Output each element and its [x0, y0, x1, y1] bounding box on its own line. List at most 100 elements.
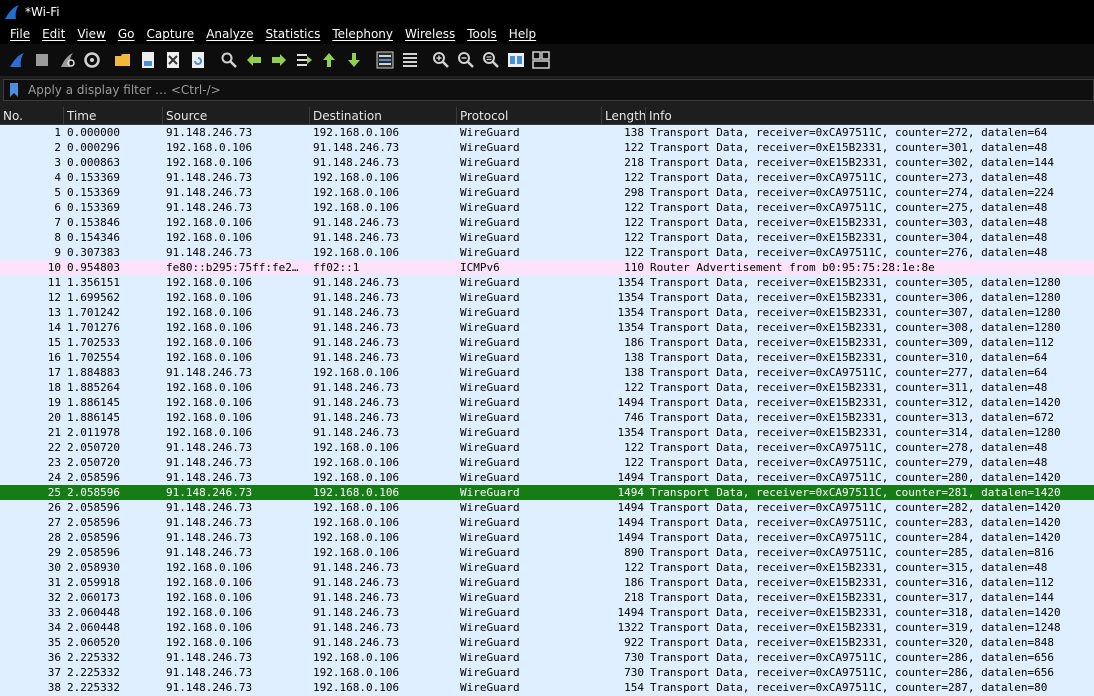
menu-capture[interactable]: Capture: [140, 24, 200, 44]
go-forward-button[interactable]: [268, 49, 290, 71]
save-file-button[interactable]: [137, 49, 159, 71]
packet-row[interactable]: 36 2.225332 91.148.246.73 192.168.0.106 Wire…: [0, 650, 1094, 665]
packet-row[interactable]: 15 1.702533 192.168.0.106 91.148.246.73 Wire…: [0, 335, 1094, 350]
start-capture-button[interactable]: [6, 49, 28, 71]
packet-row[interactable]: 16 1.702554 192.168.0.106 91.148.246.73 Wire…: [0, 350, 1094, 365]
packet-row[interactable]: 8 0.154346 192.168.0.106 91.148.246.73 WireG…: [0, 230, 1094, 245]
cell-info: Transport Data, receiver=0xCA97511C, cou…: [650, 456, 1048, 469]
menu-view[interactable]: View: [71, 24, 111, 44]
go-to-packet-button[interactable]: [293, 49, 315, 71]
column-time-header[interactable]: Time: [64, 107, 163, 124]
column-length-header[interactable]: Length: [602, 107, 646, 124]
close-file-button[interactable]: [162, 49, 184, 71]
packet-row[interactable]: 11 1.356151 192.168.0.106 91.148.246.73 Wire…: [0, 275, 1094, 290]
packet-row[interactable]: 4 0.153369 91.148.246.73 192.168.0.106 WireG…: [0, 170, 1094, 185]
menu-telephony[interactable]: Telephony: [326, 24, 399, 44]
packet-row[interactable]: 2 0.000296 192.168.0.106 91.148.246.73 WireG…: [0, 140, 1094, 155]
cell-time: 1.885264: [67, 381, 120, 394]
cell-source: 192.168.0.106: [166, 141, 253, 154]
cell-destination: 91.148.246.73: [313, 381, 400, 394]
menu-edit[interactable]: Edit: [36, 24, 71, 44]
packet-row[interactable]: 18 1.885264 192.168.0.106 91.148.246.73 Wire…: [0, 380, 1094, 395]
packet-row[interactable]: 5 0.153369 91.148.246.73 192.168.0.106 WireG…: [0, 185, 1094, 200]
column-no-header[interactable]: No.: [0, 107, 64, 124]
cell-source: 91.148.246.73: [166, 471, 253, 484]
packet-row[interactable]: 30 2.058930 192.168.0.106 91.148.246.73 Wire…: [0, 560, 1094, 575]
zoom-in-button[interactable]: [430, 49, 452, 71]
packet-row[interactable]: 38 2.225332 91.148.246.73 192.168.0.106 Wire…: [0, 680, 1094, 695]
open-file-button[interactable]: [112, 49, 134, 71]
find-packet-button[interactable]: [218, 49, 240, 71]
cell-length: 122: [624, 231, 644, 244]
column-protocol-header[interactable]: Protocol: [457, 107, 602, 124]
packet-row[interactable]: 17 1.884883 91.148.246.73 192.168.0.106 Wire…: [0, 365, 1094, 380]
resize-columns-button[interactable]: [505, 49, 527, 71]
menu-statistics[interactable]: Statistics: [259, 24, 326, 44]
packet-row[interactable]: 13 1.701242 192.168.0.106 91.148.246.73 Wire…: [0, 305, 1094, 320]
cell-protocol: WireGuard: [460, 366, 520, 379]
packet-row[interactable]: 23 2.050720 91.148.246.73 192.168.0.106 Wire…: [0, 455, 1094, 470]
packet-row[interactable]: 21 2.011978 192.168.0.106 91.148.246.73 Wire…: [0, 425, 1094, 440]
packet-row[interactable]: 12 1.699562 192.168.0.106 91.148.246.73 Wire…: [0, 290, 1094, 305]
packet-row[interactable]: 35 2.060520 192.168.0.106 91.148.246.73 Wire…: [0, 635, 1094, 650]
zoom-out-button[interactable]: [455, 49, 477, 71]
packet-row[interactable]: 10 0.954803 fe80::b295:75ff:fe2… ff02::1 ICM…: [0, 260, 1094, 275]
auto-scroll-button[interactable]: [374, 49, 396, 71]
packet-row[interactable]: 33 2.060448 192.168.0.106 91.148.246.73 Wire…: [0, 605, 1094, 620]
layout-button[interactable]: [530, 49, 552, 71]
stop-capture-button[interactable]: [31, 49, 53, 71]
colorize-button[interactable]: [399, 49, 421, 71]
cell-destination: 91.148.246.73: [313, 141, 400, 154]
packet-row[interactable]: 19 1.886145 192.168.0.106 91.148.246.73 Wire…: [0, 395, 1094, 410]
menu-help[interactable]: Help: [503, 24, 542, 44]
packet-row[interactable]: 14 1.701276 192.168.0.106 91.148.246.73 Wire…: [0, 320, 1094, 335]
menu-go[interactable]: Go: [112, 24, 141, 44]
packet-row[interactable]: 9 0.307383 91.148.246.73 192.168.0.106 WireG…: [0, 245, 1094, 260]
packet-row[interactable]: 1 0.000000 91.148.246.73 192.168.0.106 WireG…: [0, 125, 1094, 140]
packet-row[interactable]: 29 2.058596 91.148.246.73 192.168.0.106 Wire…: [0, 545, 1094, 560]
cell-length: 1354: [617, 321, 645, 334]
cell-time: 2.058596: [67, 531, 120, 544]
menu-analyze[interactable]: Analyze: [200, 24, 259, 44]
go-last-packet-button[interactable]: [343, 49, 365, 71]
cell-no: 13: [47, 306, 61, 319]
go-first-packet-button[interactable]: [318, 49, 340, 71]
menu-file[interactable]: File: [4, 24, 36, 44]
menu-wireless[interactable]: Wireless: [399, 24, 461, 44]
column-source-header[interactable]: Source: [163, 107, 310, 124]
cell-source: fe80::b295:75ff:fe2…: [166, 261, 299, 274]
packet-row[interactable]: 6 0.153369 91.148.246.73 192.168.0.106 WireG…: [0, 200, 1094, 215]
reload-file-button[interactable]: [187, 49, 209, 71]
cell-no: 12: [47, 291, 61, 304]
zoom-reset-button[interactable]: [480, 49, 502, 71]
cell-length: 122: [624, 381, 644, 394]
restart-capture-button[interactable]: [56, 49, 78, 71]
packet-row[interactable]: 31 2.059918 192.168.0.106 91.148.246.73 Wire…: [0, 575, 1094, 590]
packet-row[interactable]: 34 2.060448 192.168.0.106 91.148.246.73 Wire…: [0, 620, 1094, 635]
cell-source: 192.168.0.106: [166, 636, 253, 649]
column-destination-header[interactable]: Destination: [310, 107, 457, 124]
filter-bookmark-icon[interactable]: [9, 83, 19, 97]
capture-options-button[interactable]: [81, 49, 103, 71]
column-info-header[interactable]: Info: [646, 107, 1094, 124]
packet-row[interactable]: 20 1.886145 192.168.0.106 91.148.246.73 Wire…: [0, 410, 1094, 425]
packet-row[interactable]: 28 2.058596 91.148.246.73 192.168.0.106 Wire…: [0, 530, 1094, 545]
packet-row[interactable]: 37 2.225332 91.148.246.73 192.168.0.106 Wire…: [0, 665, 1094, 680]
cell-no: 21: [47, 426, 61, 439]
menu-tools[interactable]: Tools: [461, 24, 503, 44]
cell-length: 138: [624, 366, 644, 379]
cell-protocol: WireGuard: [460, 426, 520, 439]
packet-row[interactable]: 22 2.050720 91.148.246.73 192.168.0.106 Wire…: [0, 440, 1094, 455]
go-back-button[interactable]: [243, 49, 265, 71]
packet-row[interactable]: 7 0.153846 192.168.0.106 91.148.246.73 WireG…: [0, 215, 1094, 230]
cell-no: 3: [54, 156, 61, 169]
packet-row[interactable]: 32 2.060173 192.168.0.106 91.148.246.73 Wire…: [0, 590, 1094, 605]
display-filter-input[interactable]: [28, 81, 1093, 99]
packet-row[interactable]: 26 2.058596 91.148.246.73 192.168.0.106 Wire…: [0, 500, 1094, 515]
packet-row[interactable]: 27 2.058596 91.148.246.73 192.168.0.106 Wire…: [0, 515, 1094, 530]
cell-info: Transport Data, receiver=0xCA97511C, cou…: [650, 441, 1048, 454]
cell-protocol: WireGuard: [460, 621, 520, 634]
packet-row[interactable]: 3 0.000863 192.168.0.106 91.148.246.73 WireG…: [0, 155, 1094, 170]
packet-row[interactable]: 24 2.058596 91.148.246.73 192.168.0.106 Wire…: [0, 470, 1094, 485]
packet-row[interactable]: 25 2.058596 91.148.246.73 192.168.0.106 Wire…: [0, 485, 1094, 500]
